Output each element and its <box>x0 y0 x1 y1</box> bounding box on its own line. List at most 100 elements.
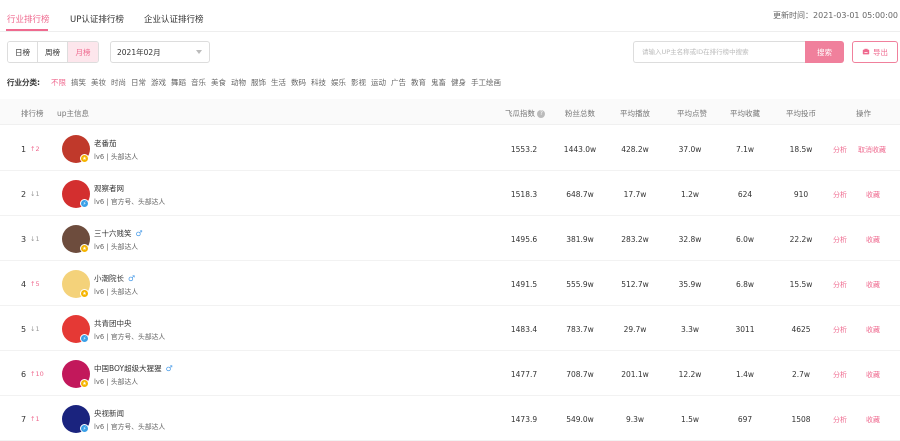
avg-like-value: 32.8w <box>678 235 702 244</box>
avg-coin-value: 910 <box>793 190 809 199</box>
tab-industry-ranking[interactable]: 行业排行榜 <box>7 13 50 25</box>
category-item[interactable]: 健身 <box>451 77 466 88</box>
weekly-button[interactable]: 周榜 <box>38 42 68 62</box>
month-select[interactable]: 2021年02月 <box>110 41 210 63</box>
category-item[interactable]: 生活 <box>271 77 286 88</box>
avg-like-value: 12.2w <box>678 370 702 379</box>
rank-number: 7 <box>21 415 27 424</box>
category-item[interactable]: 科技 <box>311 77 326 88</box>
col-avg-fav: 平均收藏 <box>730 109 760 118</box>
table-row: 2 ↓1 ⚡ 观察者网 lv6 | 官方号、头部达人 1518.3 648.7w 17.7w 1… <box>0 171 900 216</box>
avg-fav-value: 1.4w <box>735 370 755 379</box>
favorite-link[interactable]: 收藏 <box>866 280 880 290</box>
export-button[interactable]: 导出 <box>852 41 898 63</box>
up-name[interactable]: 观察者网 <box>94 184 124 193</box>
up-name[interactable]: 三十六贱笑 <box>94 229 132 238</box>
analyze-link[interactable]: 分析 <box>833 325 847 335</box>
table-row: 5 ↓1 ⚡ 共青团中央 lv6 | 官方号、头部达人 1483.4 783.7w 29.7w… <box>0 306 900 351</box>
avg-like-value: 35.9w <box>678 280 702 289</box>
tab-enterprise-certified-ranking[interactable]: 企业认证排行榜 <box>144 13 204 25</box>
category-item[interactable]: 动物 <box>231 77 246 88</box>
analyze-link[interactable]: 分析 <box>833 190 847 200</box>
favorite-link[interactable]: 收藏 <box>866 370 880 380</box>
avg-coin-value: 22.2w <box>789 235 813 244</box>
search-input[interactable] <box>633 41 805 63</box>
rank-number: 3 <box>21 235 27 244</box>
analyze-link[interactable]: 分析 <box>833 370 847 380</box>
favorite-link[interactable]: 收藏 <box>866 415 880 425</box>
rank-change: ↑1 <box>30 415 40 423</box>
index-value: 1473.9 <box>510 415 538 424</box>
category-item[interactable]: 时尚 <box>111 77 126 88</box>
search-button[interactable]: 搜索 <box>805 41 844 63</box>
category-item[interactable]: 游戏 <box>151 77 166 88</box>
period-selector: 日榜 周榜 月榜 <box>7 41 99 63</box>
up-meta: lv6 | 头部达人 <box>94 153 139 161</box>
table-row: 4 ↑5 ★ 小潮院长 ♂ lv6 | 头部达人 1491.5 555.9w 512.7w 35.… <box>0 261 900 306</box>
export-icon <box>862 48 870 55</box>
col-fans: 粉丝总数 <box>565 109 595 118</box>
category-item[interactable]: 运动 <box>371 77 386 88</box>
category-item[interactable]: 搞笑 <box>71 77 86 88</box>
category-item[interactable]: 手工绘画 <box>471 77 501 88</box>
avg-like-value: 1.2w <box>680 190 700 199</box>
avg-coin-value: 18.5w <box>789 145 813 154</box>
up-name[interactable]: 小潮院长 <box>94 274 124 283</box>
table-header: 排行榜 up主信息 飞瓜指数 ? 粉丝总数 平均播放 平均点赞 平均收藏 平均投… <box>0 99 900 125</box>
up-name-row[interactable]: 老番茄 <box>94 138 117 149</box>
analyze-link[interactable]: 分析 <box>833 415 847 425</box>
category-item[interactable]: 鬼畜 <box>431 77 446 88</box>
daily-button[interactable]: 日榜 <box>8 42 38 62</box>
category-label: 行业分类: <box>7 78 40 87</box>
analyze-link[interactable]: 分析 <box>833 235 847 245</box>
avg-play-value: 428.2w <box>621 145 649 154</box>
avg-play-value: 512.7w <box>621 280 649 289</box>
category-item[interactable]: 舞蹈 <box>171 77 186 88</box>
up-meta: lv6 | 头部达人 <box>94 378 139 386</box>
category-item[interactable]: 娱乐 <box>331 77 346 88</box>
category-item[interactable]: 美妆 <box>91 77 106 88</box>
tab-up-certified-ranking[interactable]: UP认证排行榜 <box>70 13 124 25</box>
category-item[interactable]: 教育 <box>411 77 426 88</box>
category-item[interactable]: 广告 <box>391 77 406 88</box>
up-name-row[interactable]: 央视新闻 <box>94 408 124 419</box>
category-item[interactable]: 服饰 <box>251 77 266 88</box>
avg-fav-value: 7.1w <box>735 145 755 154</box>
chevron-down-icon <box>196 50 202 54</box>
col-ops: 操作 <box>856 109 871 118</box>
favorite-link[interactable]: 收藏 <box>866 235 880 245</box>
up-name-row[interactable]: 小潮院长 ♂ <box>94 273 135 284</box>
analyze-link[interactable]: 分析 <box>833 145 847 155</box>
star-icon: ★ <box>80 244 89 253</box>
up-meta: lv6 | 官方号、头部达人 <box>94 333 166 341</box>
monthly-button[interactable]: 月榜 <box>68 42 98 62</box>
favorite-link[interactable]: 取消收藏 <box>858 145 886 155</box>
category-item[interactable]: 数码 <box>291 77 306 88</box>
up-name-row[interactable]: 共青团中央 <box>94 318 132 329</box>
avg-play-value: 201.1w <box>621 370 649 379</box>
analyze-link[interactable]: 分析 <box>833 280 847 290</box>
up-name[interactable]: 中国BOY超级大猩猩 <box>94 364 162 373</box>
up-name[interactable]: 共青团中央 <box>94 319 132 328</box>
avg-fav-value: 624 <box>737 190 753 199</box>
avg-like-value: 3.3w <box>680 325 700 334</box>
category-item[interactable]: 不限 <box>51 77 66 88</box>
favorite-link[interactable]: 收藏 <box>866 190 880 200</box>
bolt-icon: ⚡ <box>80 334 89 343</box>
up-name[interactable]: 央视新闻 <box>94 409 124 418</box>
update-time: 更新时间：2021-03-01 05:00:00 <box>773 11 898 20</box>
category-item[interactable]: 日常 <box>131 77 146 88</box>
help-icon[interactable]: ? <box>537 110 546 118</box>
avg-coin-value: 2.7w <box>791 370 811 379</box>
up-name-row[interactable]: 中国BOY超级大猩猩 ♂ <box>94 363 173 374</box>
category-item[interactable]: 影视 <box>351 77 366 88</box>
category-item[interactable]: 音乐 <box>191 77 206 88</box>
index-value: 1495.6 <box>510 235 538 244</box>
fans-value: 1443.0w <box>563 145 597 154</box>
up-name[interactable]: 老番茄 <box>94 139 117 148</box>
category-item[interactable]: 美食 <box>211 77 226 88</box>
favorite-link[interactable]: 收藏 <box>866 325 880 335</box>
col-index[interactable]: 飞瓜指数 ? <box>505 108 546 119</box>
up-name-row[interactable]: 三十六贱笑 ♂ <box>94 228 143 239</box>
up-name-row[interactable]: 观察者网 <box>94 183 124 194</box>
